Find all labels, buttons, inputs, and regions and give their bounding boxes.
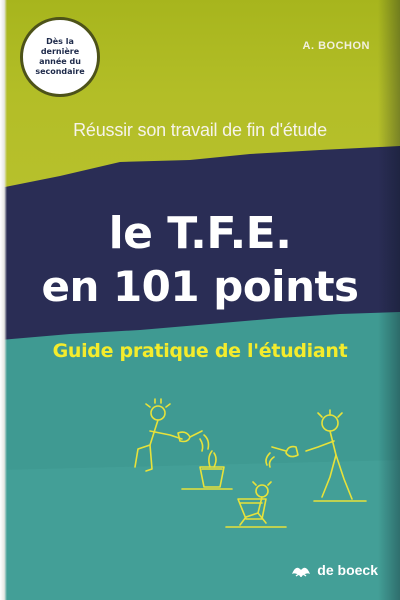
cover-subtitle: Réussir son travail de fin d'étude [73, 120, 327, 140]
middle-gardener-figure [225, 481, 287, 528]
left-gardener-figure [134, 398, 210, 472]
badge-text: Dès la dernière année du secondaire [35, 37, 85, 76]
audience-badge: Dès la dernière année du secondaire [20, 17, 100, 97]
edge-shadow [378, 0, 400, 600]
publisher-name: de boeck [317, 562, 378, 578]
publisher-mark: de boeck [290, 562, 378, 578]
tagline: Guide pratique de l'étudiant [52, 340, 348, 362]
book-cover: Dès la dernière année du secondaire A. B… [0, 0, 400, 600]
title-line-1: le T.F.E. [108, 208, 292, 259]
publisher-logo-icon [292, 567, 311, 578]
author-name: A. BOCHON [302, 40, 370, 52]
right-gardener-figure [265, 409, 367, 502]
plant-pot-left [181, 450, 233, 490]
title-line-2: en 101 points [41, 262, 359, 311]
cartoon-illustration [134, 398, 367, 528]
